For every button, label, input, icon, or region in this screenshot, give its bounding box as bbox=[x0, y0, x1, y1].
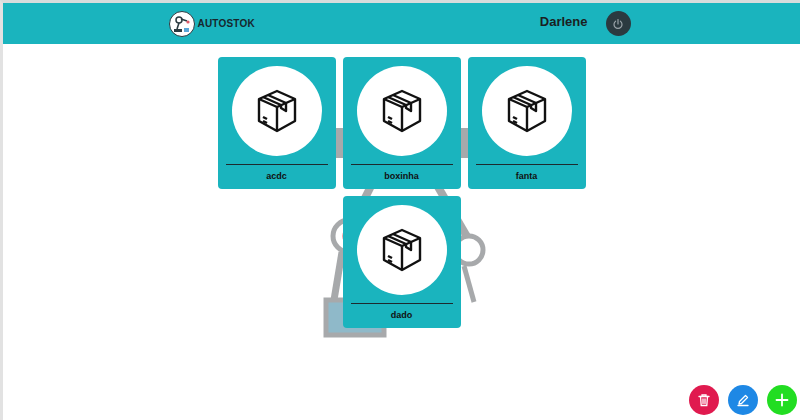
item-grid: acdc boxinha fanta dado bbox=[218, 57, 586, 328]
item-image bbox=[232, 66, 322, 156]
user-name: Darlene bbox=[540, 14, 588, 29]
item-image bbox=[357, 66, 447, 156]
plus-icon bbox=[775, 393, 789, 407]
pencil-icon bbox=[736, 393, 750, 407]
card-divider bbox=[226, 164, 328, 165]
logout-button[interactable] bbox=[606, 11, 631, 36]
item-card[interactable]: acdc bbox=[218, 57, 336, 189]
item-label: fanta bbox=[516, 171, 538, 181]
box-icon bbox=[378, 87, 426, 135]
action-buttons bbox=[689, 385, 797, 415]
item-label: dado bbox=[391, 310, 413, 320]
item-card[interactable]: boxinha bbox=[343, 57, 461, 189]
item-card[interactable]: dado bbox=[343, 196, 461, 328]
user-area: Darlene bbox=[540, 11, 631, 36]
item-label: boxinha bbox=[384, 171, 419, 181]
logo[interactable]: AUTOSTOK bbox=[169, 11, 255, 37]
power-icon bbox=[612, 18, 624, 30]
trash-icon bbox=[697, 393, 711, 407]
box-icon bbox=[378, 226, 426, 274]
content: acdc boxinha fanta dado bbox=[3, 44, 800, 328]
add-button[interactable] bbox=[767, 385, 797, 415]
top-bar: AUTOSTOK Darlene bbox=[3, 3, 800, 44]
card-divider bbox=[476, 164, 578, 165]
robot-logo-icon bbox=[169, 11, 195, 37]
app-page: AUTOSTOK Darlene acdc boxinha fanta dado bbox=[0, 0, 800, 420]
item-image bbox=[357, 205, 447, 295]
logo-text: AUTOSTOK bbox=[198, 18, 255, 29]
card-divider bbox=[351, 164, 453, 165]
edit-button[interactable] bbox=[728, 385, 758, 415]
box-icon bbox=[503, 87, 551, 135]
item-image bbox=[482, 66, 572, 156]
card-divider bbox=[351, 303, 453, 304]
delete-button[interactable] bbox=[689, 385, 719, 415]
box-icon bbox=[253, 87, 301, 135]
item-label: acdc bbox=[266, 171, 287, 181]
item-card[interactable]: fanta bbox=[468, 57, 586, 189]
